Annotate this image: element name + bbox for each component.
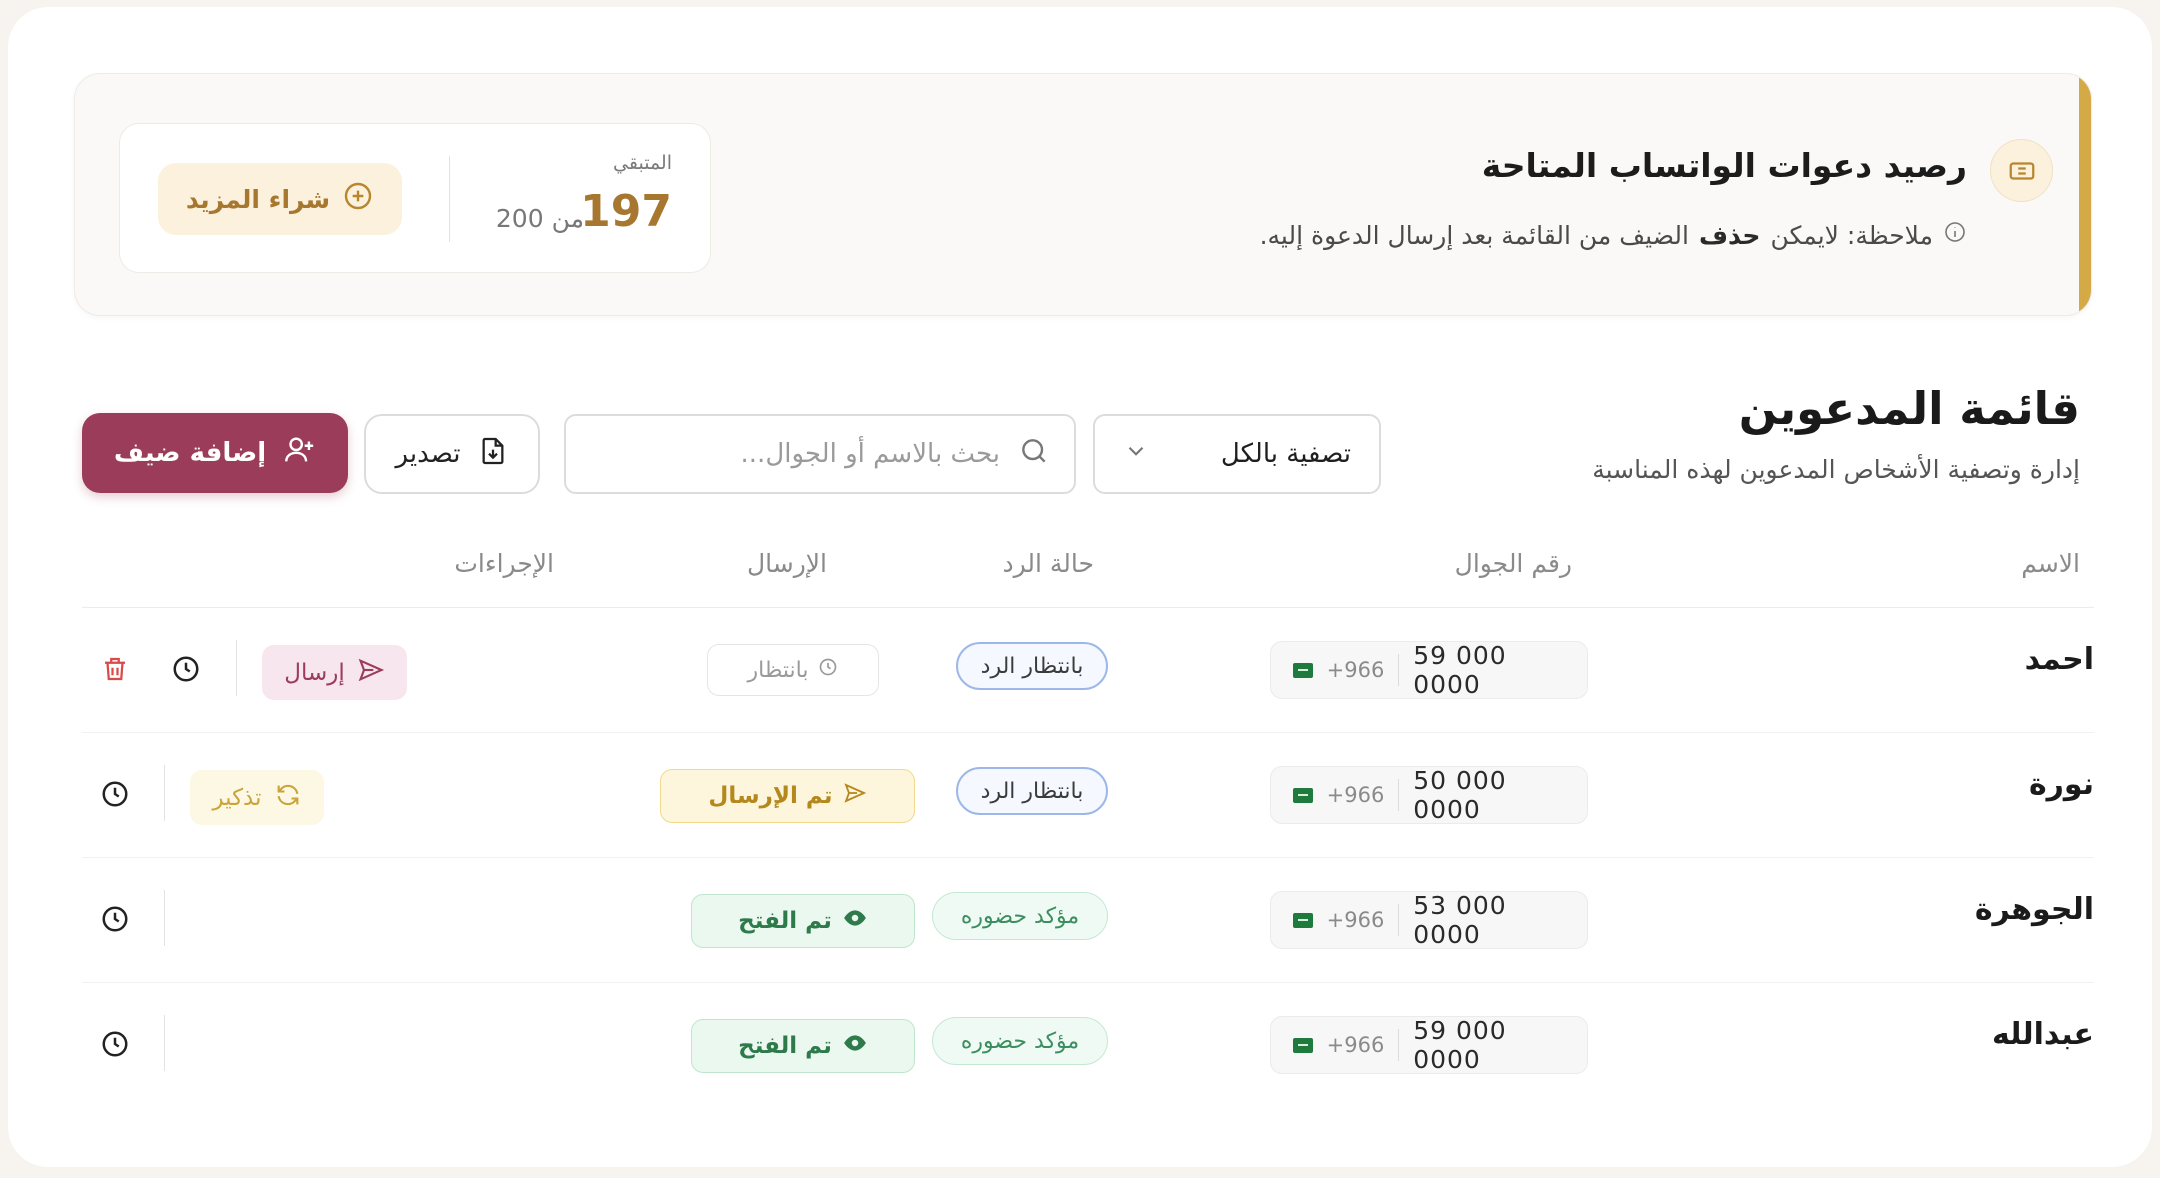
phone-divider	[1398, 904, 1400, 936]
reply-status-badge: بانتظار الرد	[956, 642, 1108, 690]
send-icon	[357, 656, 385, 690]
header-actions: الإجراءات	[454, 549, 554, 578]
plus-circle-icon	[342, 180, 374, 218]
search-placeholder: بحث بالاسم أو الجوال...	[740, 439, 1000, 469]
send-icon	[843, 781, 867, 811]
phone-number: 59 000 0000	[1413, 641, 1507, 699]
user-plus-icon	[282, 433, 316, 474]
country-code: +966	[1326, 908, 1385, 932]
sending-status-label: بانتظار	[747, 657, 809, 683]
filter-select[interactable]: تصفية بالكل	[1093, 414, 1381, 494]
header-phone: رقم الجوال	[1454, 549, 1572, 578]
add-guest-button[interactable]: إضافة ضيف	[82, 413, 348, 493]
table-row: الجوهرة +966 53 000 0000 مؤكد حضوره تم ا…	[82, 858, 2094, 983]
sending-status-label: تم الإرسال	[708, 783, 833, 809]
refresh-icon	[274, 781, 302, 815]
eye-icon	[842, 1030, 868, 1062]
guest-name: الجوهرة	[1974, 892, 2094, 927]
sending-status-badge: بانتظار	[707, 644, 879, 696]
buy-more-label: شراء المزيد	[185, 184, 331, 214]
phone-number: 59 000 0000	[1413, 1016, 1507, 1074]
actions-divider	[164, 765, 165, 821]
trash-icon[interactable]	[100, 654, 130, 684]
info-icon	[1943, 220, 1967, 250]
banner-title: رصيد دعوات الواتساب المتاحة	[1481, 146, 1967, 185]
file-download-icon	[477, 435, 509, 474]
reply-status-badge: بانتظار الرد	[956, 767, 1108, 815]
header-reply: حالة الرد	[1002, 549, 1094, 578]
header-sending: الإرسال	[746, 549, 827, 578]
remind-button[interactable]: تذكير	[190, 770, 324, 825]
phone-field: +966 59 000 0000	[1270, 1016, 1588, 1074]
guest-name: عبدالله	[1991, 1017, 2094, 1052]
export-label: تصدير	[395, 439, 461, 469]
actions-divider	[164, 890, 165, 946]
ticket-icon	[1990, 139, 2053, 202]
country-code: +966	[1326, 658, 1385, 682]
sending-status-badge: تم الفتح	[691, 1019, 915, 1073]
search-icon	[1018, 435, 1050, 474]
saudi-flag-icon	[1293, 662, 1313, 678]
country-code: +966	[1326, 783, 1385, 807]
clock-icon[interactable]	[100, 1029, 130, 1059]
remaining-label: المتبقي	[613, 152, 672, 174]
page-subtitle: إدارة وتصفية الأشخاص المدعوين لهذه المنا…	[1592, 455, 2080, 484]
banner-accent-bar	[2079, 74, 2091, 315]
saudi-flag-icon	[1293, 1037, 1313, 1053]
page-title: قائمة المدعوين	[1738, 382, 2080, 435]
clock-icon[interactable]	[100, 779, 130, 809]
note-suffix: الضيف من القائمة بعد إرسال الدعوة إليه.	[1259, 220, 1689, 250]
note-prefix: ملاحظة: لايمكن	[1770, 220, 1933, 250]
balance-divider	[449, 156, 450, 242]
remaining-value: 197	[580, 186, 672, 237]
phone-field: +966 59 000 0000	[1270, 641, 1588, 699]
phone-number: 53 000 0000	[1413, 891, 1507, 949]
whatsapp-balance-banner: رصيد دعوات الواتساب المتاحة ملاحظة: لايم…	[74, 73, 2092, 316]
guest-name: احمد	[2024, 642, 2094, 677]
table-row: عبدالله +966 59 000 0000 مؤكد حضوره تم ا…	[82, 983, 2094, 1108]
sending-status-badge: تم الإرسال	[660, 769, 915, 823]
remind-label: تذكير	[212, 784, 262, 811]
chevron-down-icon	[1123, 438, 1149, 471]
saudi-flag-icon	[1293, 912, 1313, 928]
guest-name: نورة	[2028, 767, 2094, 802]
phone-divider	[1398, 654, 1400, 686]
header-name: الاسم	[2021, 549, 2080, 578]
clock-icon[interactable]	[100, 904, 130, 934]
note-bold: حذف	[1698, 220, 1761, 250]
add-guest-label: إضافة ضيف	[113, 438, 267, 468]
reply-status-badge: مؤكد حضوره	[932, 1017, 1108, 1065]
total-text: من 200	[495, 204, 584, 233]
actions-divider	[164, 1015, 165, 1071]
phone-field: +966 53 000 0000	[1270, 891, 1588, 949]
reply-status-badge: مؤكد حضوره	[932, 892, 1108, 940]
actions-divider	[236, 640, 237, 696]
balance-box: المتبقي 197 من 200 شراء المزيد	[119, 123, 711, 273]
sending-status-badge: تم الفتح	[691, 894, 915, 948]
send-invite-label: إرسال	[284, 659, 345, 686]
phone-divider	[1398, 1029, 1400, 1061]
clock-icon[interactable]	[171, 654, 201, 684]
send-invite-button[interactable]: إرسال	[262, 645, 407, 700]
sending-status-label: تم الفتح	[738, 1033, 832, 1059]
clock-icon	[818, 657, 838, 683]
saudi-flag-icon	[1293, 787, 1313, 803]
main-card: رصيد دعوات الواتساب المتاحة ملاحظة: لايم…	[8, 7, 2152, 1167]
table-row: نورة +966 50 000 0000 بانتظار الرد تم ال…	[82, 733, 2094, 858]
search-input[interactable]: بحث بالاسم أو الجوال...	[564, 414, 1076, 494]
eye-icon	[842, 905, 868, 937]
export-button[interactable]: تصدير	[364, 414, 540, 494]
banner-note: ملاحظة: لايمكن حذف الضيف من القائمة بعد …	[1260, 220, 1967, 250]
filter-value: تصفية بالكل	[1220, 439, 1351, 469]
phone-divider	[1398, 779, 1400, 811]
sending-status-label: تم الفتح	[738, 908, 832, 934]
buy-more-button[interactable]: شراء المزيد	[158, 163, 402, 235]
phone-number: 50 000 0000	[1413, 766, 1507, 824]
phone-field: +966 50 000 0000	[1270, 766, 1588, 824]
table-row: احمد +966 59 000 0000 بانتظار الرد بانتظ…	[82, 608, 2094, 733]
country-code: +966	[1326, 1033, 1385, 1057]
